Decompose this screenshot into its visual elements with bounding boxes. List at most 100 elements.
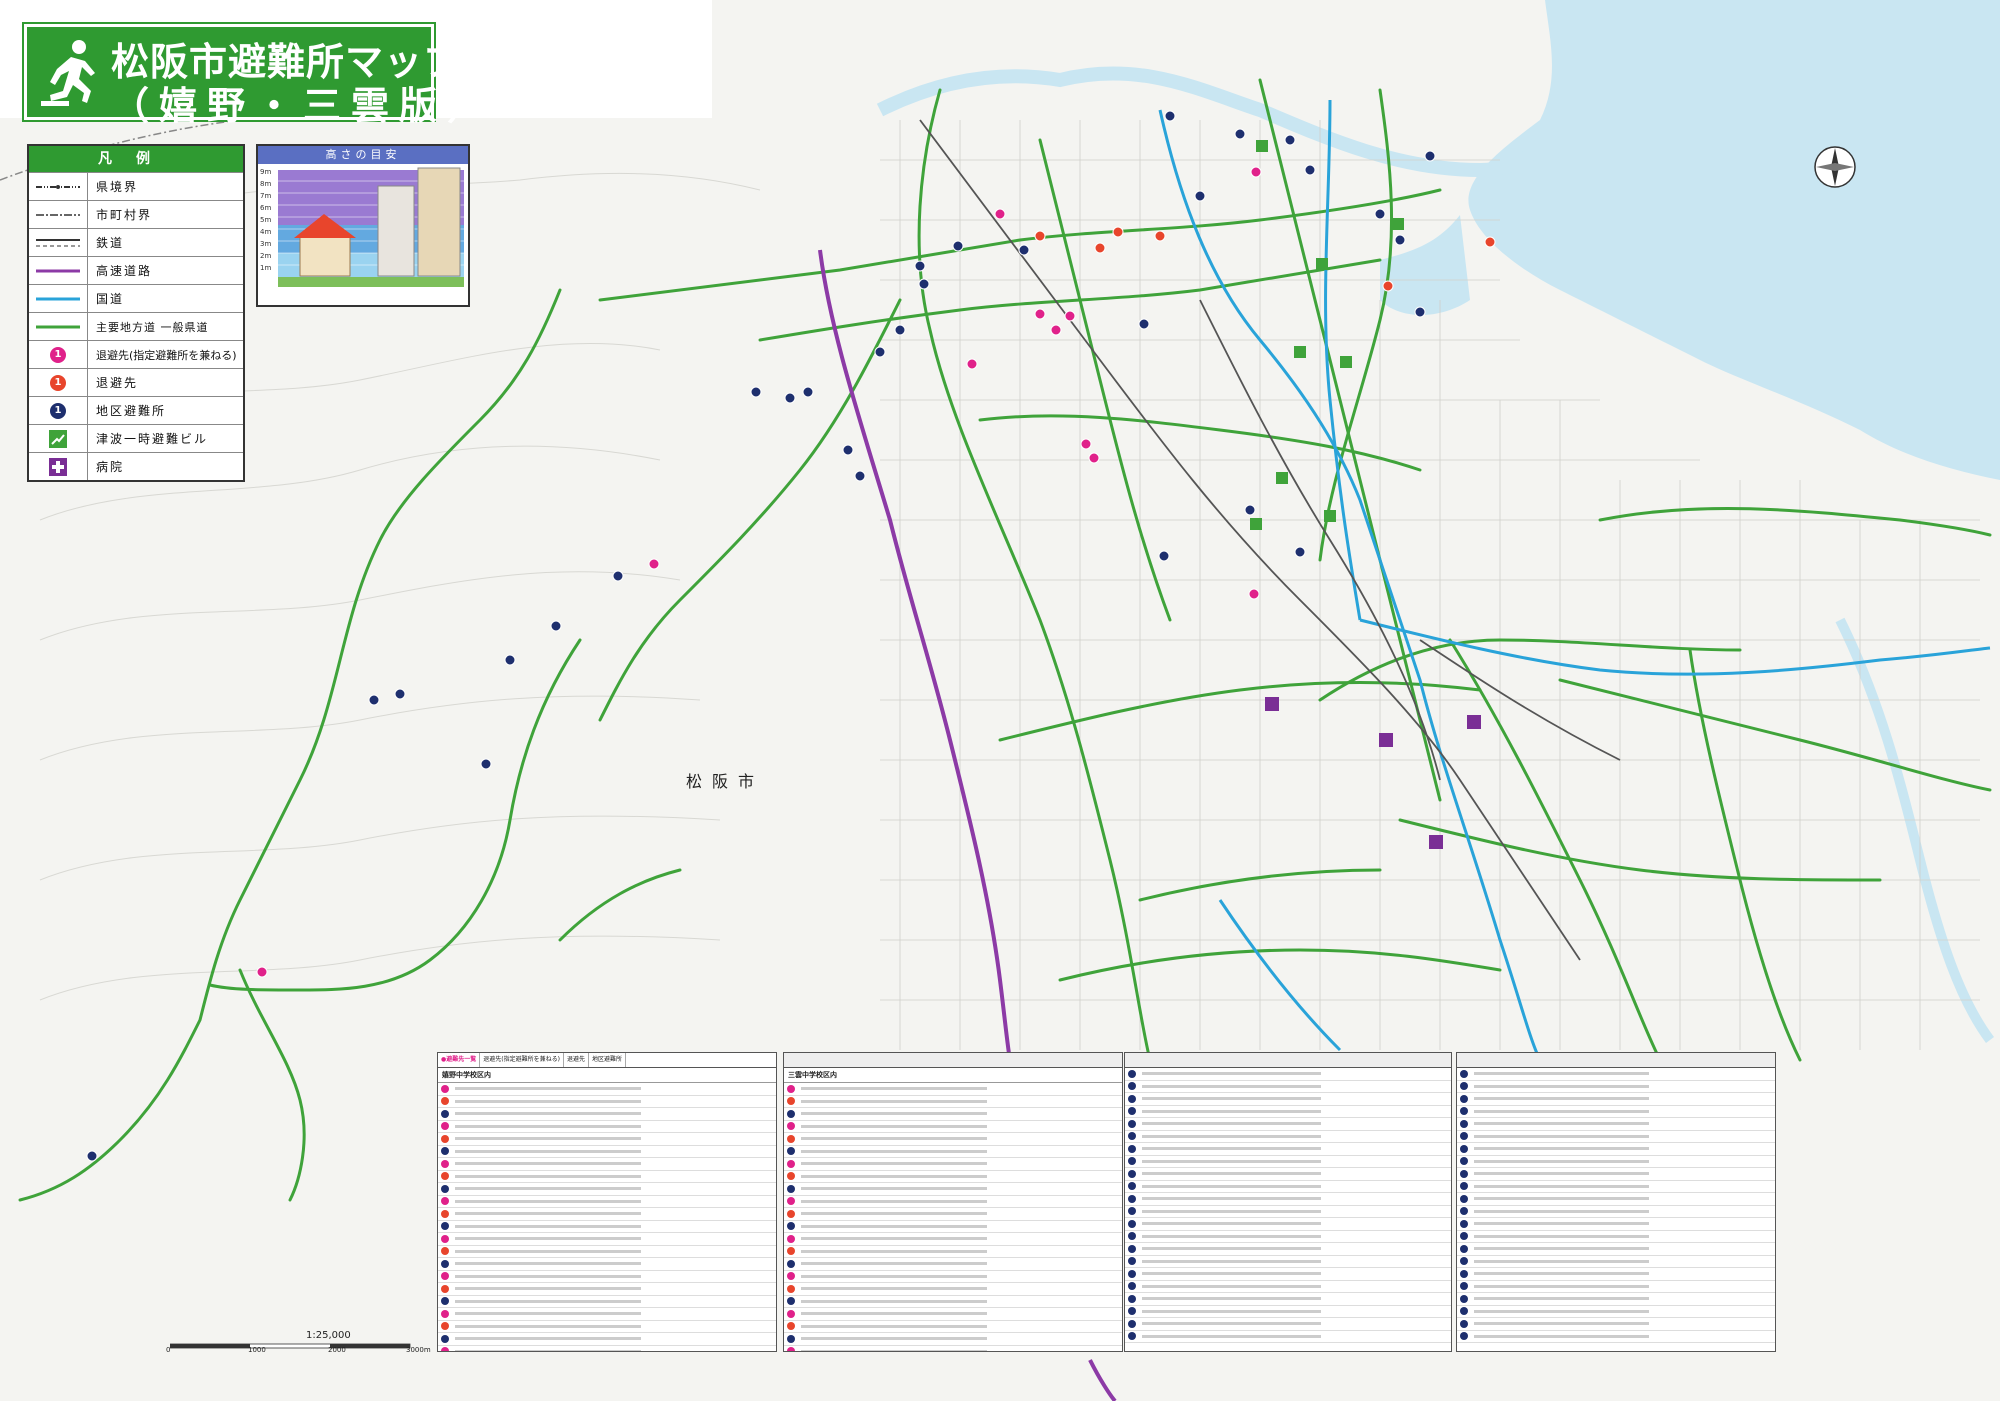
navy-shelter-marker[interactable] [1138,318,1150,330]
table-row [1457,1281,1775,1293]
magenta-shelter-marker[interactable] [256,966,268,978]
tsunami-building-marker[interactable] [1340,356,1352,368]
navy-shelter-marker[interactable] [918,278,930,290]
row-content [801,1187,987,1191]
navy-shelter-marker[interactable] [504,654,516,666]
hospital-icon [49,457,67,476]
navy-shelter-marker[interactable] [894,324,906,336]
navy-shelter-marker[interactable] [1294,546,1306,558]
red-shelter-marker[interactable] [1154,230,1166,242]
table-row [1125,1106,1451,1118]
hospital-marker[interactable] [1379,733,1393,747]
navy-shelter-marker[interactable] [1244,504,1256,516]
row-content [455,1199,641,1203]
hospital-marker[interactable] [1467,715,1481,729]
navy-shelter-marker[interactable] [550,620,562,632]
magenta-shelter-marker[interactable] [1248,588,1260,600]
row-marker-icon [787,1334,795,1343]
tsunami-building-marker[interactable] [1294,346,1306,358]
tsunami-building-marker[interactable] [1316,258,1328,270]
tsunami-building-marker[interactable] [1324,510,1336,522]
navy-shelter-marker[interactable] [914,260,926,272]
navy-shelter-marker[interactable] [1194,190,1206,202]
legend-label: 国道 [96,292,125,306]
navy-shelter-marker[interactable] [854,470,866,482]
row-content [455,1324,641,1328]
table-header: ●避難先一覧 退避先(指定避難所を兼ねる) 退避先 地区避難所 [438,1053,776,1068]
navy-shelter-marker[interactable] [874,346,886,358]
tsunami-building-marker[interactable] [1250,518,1262,530]
navy-shelter-marker[interactable] [1414,306,1426,318]
navy-shelter-marker[interactable] [784,392,796,404]
navy-shelter-marker[interactable] [1234,128,1246,140]
magenta-shelter-marker[interactable] [1080,438,1092,450]
table-header-legend-1: 退避先(指定避難所を兼ねる) [480,1053,564,1067]
hospital-marker[interactable] [1265,697,1279,711]
magenta-shelter-marker[interactable] [1064,310,1076,322]
row-marker-icon [1460,1144,1468,1153]
magenta-shelter-marker[interactable] [1250,166,1262,178]
legend-row-municipal-border: 市町村界 [29,200,243,228]
row-marker-icon [1460,1257,1468,1266]
table-row [438,1308,776,1321]
navy-shelter-marker[interactable] [1394,234,1406,246]
row-marker-icon [441,1109,449,1118]
row-marker-icon [441,1097,449,1106]
row-marker-icon [441,1134,449,1143]
navy-shelter-marker[interactable] [842,444,854,456]
legend-row-tsunami-building: 津波一時避難ビル [29,424,243,452]
red-shelter-marker[interactable] [1484,236,1496,248]
navy-shelter-marker[interactable] [1374,208,1386,220]
navy-shelter-marker[interactable] [480,758,492,770]
table-rows [1457,1068,1775,1343]
scale-ratio: 1:25,000 [306,1330,351,1341]
red-shelter-marker[interactable] [1034,230,1046,242]
navy-shelter-marker[interactable] [86,1150,98,1162]
navy-shelter-marker[interactable] [1018,244,1030,256]
navy-shelter-marker[interactable] [1284,134,1296,146]
row-content [455,1287,641,1291]
table-row [438,1321,776,1333]
red-shelter-marker[interactable] [1382,280,1394,292]
table-row [1125,1293,1451,1306]
table-row [438,1271,776,1283]
row-marker-icon [787,1172,795,1181]
row-marker-icon [441,1284,449,1293]
navy-shelter-marker[interactable] [1304,164,1316,176]
navy-shelter-marker[interactable] [750,386,762,398]
magenta-shelter-marker[interactable] [648,558,660,570]
red-shelter-marker[interactable] [1112,226,1124,238]
navy-shelter-marker[interactable] [1158,550,1170,562]
municipal-border-icon [36,213,80,216]
hospital-marker[interactable] [1429,835,1443,849]
row-content [455,1137,641,1141]
navy-shelter-marker[interactable] [802,386,814,398]
navy-shelter-marker[interactable] [1424,150,1436,162]
table-header [1125,1053,1451,1068]
magenta-shelter-marker[interactable] [1050,324,1062,336]
row-marker-icon [1128,1294,1136,1303]
table-row [784,1346,1122,1351]
tsunami-building-marker[interactable] [1276,472,1288,484]
red-shelter-marker[interactable] [1094,242,1106,254]
magenta-shelter-marker[interactable] [1034,308,1046,320]
navy-shelter-marker[interactable] [368,694,380,706]
navy-shelter-marker[interactable] [612,570,624,582]
row-content [1142,1284,1322,1288]
table-row [1125,1206,1451,1218]
navy-shelter-marker[interactable] [1164,110,1176,122]
magenta-shelter-marker[interactable] [966,358,978,370]
row-content [455,1262,641,1266]
table-row [1457,1068,1775,1081]
row-marker-icon [1460,1157,1468,1166]
tsunami-building-marker[interactable] [1256,140,1268,152]
navy-shelter-marker[interactable] [394,688,406,700]
tsunami-building-marker[interactable] [1392,218,1404,230]
magenta-shelter-marker[interactable] [1088,452,1100,464]
row-marker-icon [1128,1207,1136,1216]
row-marker-icon [441,1222,449,1231]
row-marker-icon [441,1172,449,1181]
legend-row-navy-dot: 1 地区避難所 [29,396,243,424]
magenta-shelter-marker[interactable] [994,208,1006,220]
navy-shelter-marker[interactable] [952,240,964,252]
